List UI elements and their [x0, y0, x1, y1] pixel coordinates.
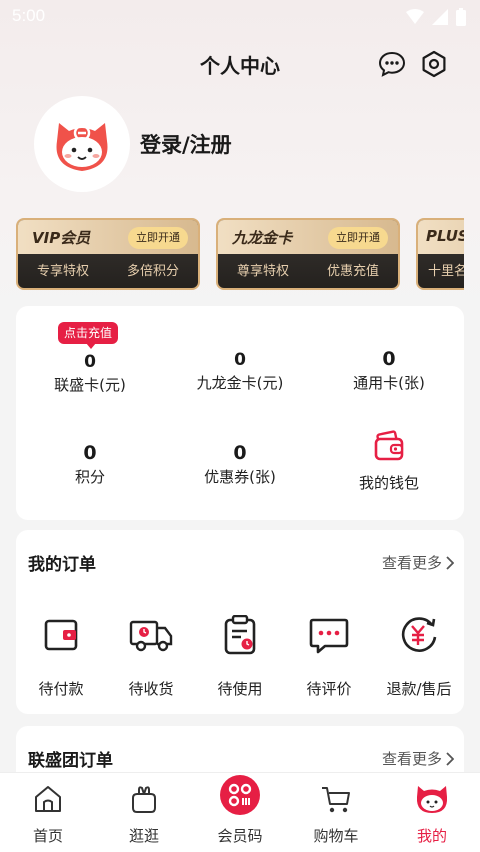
member-card-vip[interactable]: VIP会员 立即开通 专享特权 多倍积分: [16, 218, 200, 290]
group-orders-title: 联盛团订单: [28, 751, 113, 771]
tab-label: 会员码: [217, 827, 263, 845]
stat-label: 优惠券(张): [204, 468, 276, 486]
comment-icon: [309, 618, 349, 654]
orders-title: 我的订单: [28, 555, 96, 575]
status-icons: [406, 8, 466, 26]
tab-cart[interactable]: 购物车: [288, 779, 384, 846]
orders-more-link[interactable]: 查看更多: [382, 552, 454, 573]
stat-lianshen-card[interactable]: 0 联盛卡(元): [16, 352, 164, 395]
truck-icon: [129, 620, 173, 652]
clipboard-icon: [224, 615, 256, 655]
chevron-right-icon: [446, 555, 454, 570]
tab-mine[interactable]: 我的: [384, 779, 480, 846]
bag-icon: [132, 786, 156, 813]
wifi-icon: [406, 9, 424, 24]
battery-icon: [456, 8, 466, 26]
mascot-icon: [416, 786, 448, 813]
signal-icon: [432, 9, 448, 25]
bottom-tab-bar: 首页 逛逛 会员码 购物车 我的: [0, 772, 480, 852]
order-label: 退款/售后: [386, 680, 452, 698]
order-label: 待使用: [217, 680, 263, 698]
order-label: 待评价: [306, 680, 352, 698]
tab-label: 逛逛: [128, 827, 159, 845]
stat-general-card[interactable]: 0 通用卡(张): [315, 348, 463, 393]
order-pending-receipt[interactable]: 待收货: [106, 610, 196, 699]
member-card-jiulong[interactable]: 九龙金卡 立即开通 尊享特权 优惠充值: [216, 218, 400, 290]
stat-jiulong-card[interactable]: 0 九龙金卡(元): [166, 350, 314, 393]
stat-label: 积分: [74, 468, 105, 486]
order-pending-use[interactable]: 待使用: [195, 610, 285, 699]
order-pending-review[interactable]: 待评价: [284, 610, 374, 699]
stat-label: 我的钱包: [358, 474, 419, 492]
order-refund-aftersale[interactable]: 退款/售后: [374, 610, 464, 699]
order-label: 待付款: [38, 680, 84, 698]
stat-value: 0: [233, 442, 247, 464]
stat-points[interactable]: 0 积分: [16, 442, 164, 487]
stat-value: 0: [234, 350, 246, 370]
member-card-name: 九龙金卡: [232, 229, 293, 247]
profile-section[interactable]: 登录/注册: [34, 96, 232, 192]
mascot-avatar-icon: [56, 123, 108, 171]
wallet-icon: [44, 619, 78, 651]
home-icon: [35, 786, 61, 812]
orders-panel: 我的订单 查看更多 待付款 待收货 待使用 待评价 退款/售后: [16, 530, 464, 714]
member-card-feature: 专享特权: [36, 264, 89, 279]
tab-member-code[interactable]: 会员码: [192, 773, 288, 846]
tab-browse[interactable]: 逛逛: [96, 779, 192, 846]
member-cards: VIP会员 立即开通 专享特权 多倍积分 九龙金卡 立即开通 尊享特权 优惠充值…: [16, 218, 464, 292]
stat-coupons[interactable]: 0 优惠券(张): [166, 442, 314, 487]
tab-label: 我的: [416, 827, 447, 845]
member-card-name: VIP会员: [32, 229, 91, 247]
member-card-feature: 多倍积分: [126, 264, 179, 279]
refund-icon: [401, 617, 437, 652]
tab-label: 购物车: [313, 827, 359, 845]
activate-button[interactable]: 立即开通: [128, 227, 188, 249]
tab-label: 首页: [32, 827, 63, 845]
tab-home[interactable]: 首页: [0, 779, 96, 846]
member-card-name: PLUS: [426, 227, 464, 245]
wallet-icon: [374, 430, 404, 461]
my-wallet[interactable]: 我的钱包: [315, 430, 463, 493]
member-card-feature: 优惠充值: [326, 264, 379, 279]
stat-label: 联盛卡(元): [54, 376, 126, 394]
stat-value: 0: [382, 348, 396, 370]
activate-button[interactable]: 立即开通: [328, 227, 388, 249]
assets-panel: 点击充值 0 联盛卡(元) 0 九龙金卡(元) 0 通用卡(张) 0 积分 0 …: [16, 306, 464, 520]
chevron-right-icon: [446, 751, 454, 766]
stat-value: 0: [83, 442, 97, 464]
login-register-link[interactable]: 登录/注册: [140, 129, 232, 159]
order-pending-payment[interactable]: 待付款: [16, 610, 106, 699]
stat-label: 通用卡(张): [353, 374, 425, 392]
member-code-icon: [220, 775, 260, 815]
avatar[interactable]: [34, 96, 130, 192]
recharge-badge[interactable]: 点击充值: [58, 322, 119, 349]
page-header: 个人中心: [0, 44, 480, 84]
status-time: 5:00: [12, 6, 46, 25]
member-card-feature: 尊享特权: [236, 264, 289, 279]
chat-icon: [378, 51, 406, 77]
cart-icon: [322, 787, 350, 813]
order-label: 待收货: [128, 680, 174, 698]
message-button[interactable]: [376, 48, 408, 80]
settings-button[interactable]: [418, 48, 450, 80]
page-title: 个人中心: [200, 54, 280, 78]
status-bar: 5:00: [0, 0, 480, 32]
settings-icon: [422, 50, 446, 78]
stat-label: 九龙金卡(元): [196, 374, 284, 392]
stat-value: 0: [84, 352, 96, 372]
group-orders-more-link[interactable]: 查看更多: [382, 748, 454, 769]
member-card-plus[interactable]: PLUS 十里名: [416, 218, 464, 290]
member-card-feature: 十里名: [428, 264, 464, 279]
